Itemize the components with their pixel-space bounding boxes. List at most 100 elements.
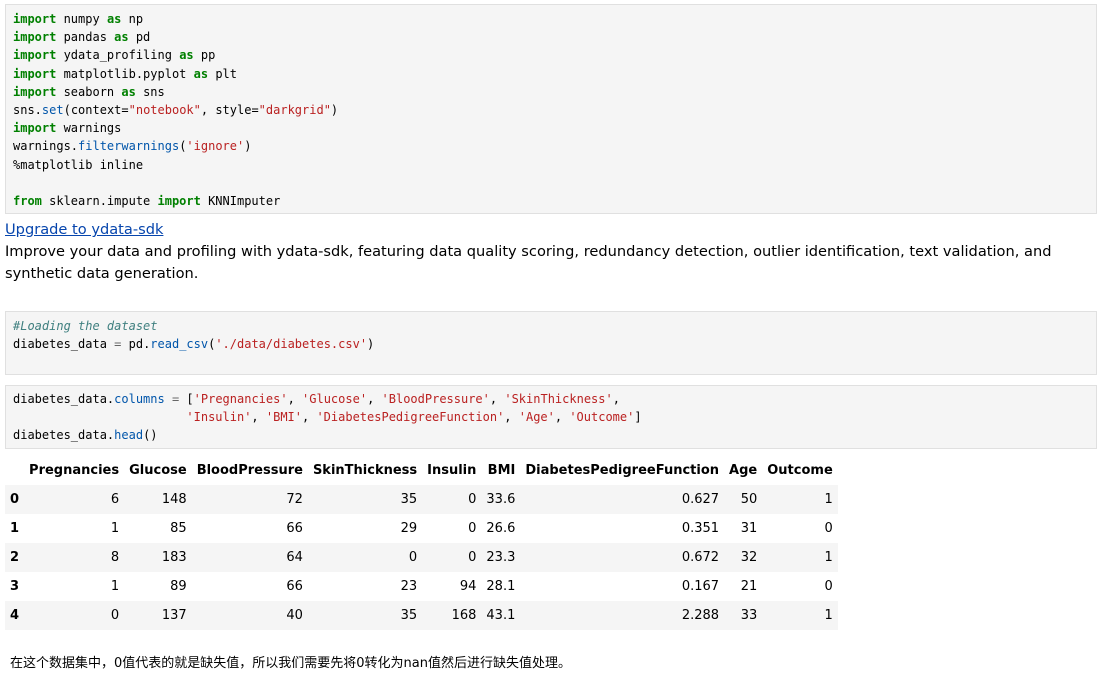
- code-token: 'Pregnancies': [193, 392, 288, 406]
- code-token: columns: [114, 392, 165, 406]
- column-header: BMI: [487, 463, 516, 478]
- code-token: %matplotlib inline: [13, 157, 144, 172]
- code-token: ,: [251, 410, 266, 425]
- code-token: ,: [287, 392, 303, 406]
- code-token: diabetes_data.: [13, 392, 115, 406]
- code-token: ,: [367, 392, 382, 406]
- code-token: ): [330, 103, 339, 118]
- table-cell: 43.1: [486, 608, 516, 623]
- table-cell: 0: [468, 492, 477, 507]
- table-cell: 0: [110, 608, 120, 623]
- code-token: 'Glucose': [302, 392, 368, 406]
- code-token: from: [13, 194, 42, 209]
- code-token: './data/diabetes.csv': [215, 337, 368, 352]
- row-index: 2: [10, 550, 20, 565]
- markdown-note: 在这个数据集中，0值代表的就是缺失值，所以我们需要先将0转化为nan值然后进行缺…: [10, 656, 571, 671]
- code-token: ,: [302, 410, 317, 425]
- table-cell: 40: [286, 608, 303, 623]
- code-token: diabetes_data.: [13, 428, 115, 443]
- table-cell: 66: [286, 579, 303, 594]
- table-cell: 1: [824, 550, 833, 565]
- table-cell: 6: [110, 492, 120, 507]
- code-token: [: [179, 392, 194, 406]
- table-cell: 32: [740, 550, 758, 565]
- code-token: as: [114, 30, 129, 45]
- table-cell: 50: [740, 492, 758, 507]
- code-token: warnings: [56, 121, 122, 136]
- code-token: import: [13, 12, 57, 26]
- code-token: 'Outcome': [569, 410, 635, 425]
- code-token: as: [193, 66, 209, 81]
- code-token: ,: [554, 410, 570, 425]
- table-cell: 0: [824, 521, 833, 536]
- table-cell: 31: [740, 521, 758, 536]
- code-token: 'SkinThickness': [504, 392, 613, 406]
- code-token: pd: [128, 30, 151, 45]
- code-token: sns: [135, 84, 165, 99]
- table-cell: 23.3: [486, 550, 516, 565]
- code-cell-columns[interactable]: diabetes_data.columns = ['Pregnancies', …: [5, 385, 1097, 449]
- column-header: BloodPressure: [196, 463, 303, 478]
- code-token: diabetes_data: [13, 337, 115, 352]
- code-token: KNNImputer: [200, 194, 281, 209]
- table-cell: 0: [468, 550, 477, 565]
- table-cell: 85: [170, 521, 187, 536]
- table-cell: 33: [740, 608, 758, 623]
- code-token: import: [13, 48, 57, 63]
- column-header: SkinThickness: [312, 463, 418, 478]
- code-token: filterwarnings: [78, 139, 180, 154]
- code-token: 'Age': [518, 410, 555, 425]
- table-cell: 26.6: [486, 521, 516, 536]
- code-cell-load[interactable]: #Loading the dataset diabetes_data = pd.…: [5, 311, 1097, 375]
- code-token: import: [13, 121, 57, 136]
- code-token: pp: [193, 48, 216, 63]
- table-row: 3 1 89 66 23 94 28.1 0.167 21 0: [5, 572, 838, 601]
- code-token: 'Insulin': [186, 410, 252, 425]
- table-cell: 28.1: [486, 579, 516, 594]
- code-token: ,: [489, 392, 505, 406]
- markdown-upgrade: Upgrade to ydata-sdk Improve your data a…: [5, 219, 1095, 285]
- code-cell-imports[interactable]: import numpy as np import pandas as pd i…: [5, 4, 1097, 214]
- table-cell: 29: [400, 521, 418, 536]
- code-token: np: [121, 12, 144, 26]
- table-cell: 183: [161, 550, 187, 565]
- column-header: DiabetesPedigreeFunction: [525, 463, 720, 478]
- upgrade-link[interactable]: Upgrade to ydata-sdk: [5, 221, 163, 238]
- code-token: ): [244, 139, 252, 154]
- code-token: ,: [612, 392, 620, 406]
- code-token: 'ignore': [186, 139, 245, 154]
- code-token: (context=: [63, 103, 129, 118]
- table-cell: 1: [824, 492, 833, 507]
- code-token: as: [106, 12, 122, 26]
- table-cell: 94: [459, 579, 477, 594]
- table-cell: 148: [161, 492, 187, 507]
- table-row: 4 0 137 40 35 168 43.1 2.288 33 1: [5, 601, 838, 630]
- code-token: 'BMI': [265, 410, 302, 425]
- code-token: ,: [504, 410, 519, 425]
- code-token: sklearn.impute: [41, 194, 158, 209]
- code-token: "notebook": [128, 103, 201, 118]
- column-header: Pregnancies: [29, 463, 120, 478]
- code-token: pandas: [56, 30, 115, 45]
- code-token: head: [114, 428, 144, 443]
- row-index: 3: [10, 579, 20, 594]
- column-header: Glucose: [129, 463, 187, 478]
- code-token: sns.: [13, 103, 42, 118]
- table-cell: 137: [161, 608, 187, 623]
- table-cell: 1: [824, 608, 833, 623]
- column-header: Age: [729, 463, 758, 478]
- table-cell: 0.627: [681, 492, 720, 507]
- table-cell: 35: [400, 492, 418, 507]
- code-token: ydata_profiling: [56, 48, 180, 63]
- code-token: plt: [208, 66, 237, 81]
- table-cell: 72: [286, 492, 303, 507]
- code-token: #Loading the dataset: [13, 319, 158, 333]
- code-token: ): [367, 337, 375, 352]
- table-cell: 0: [824, 579, 833, 594]
- table-cell: 23: [400, 579, 418, 594]
- table-cell: 89: [170, 579, 187, 594]
- code-token: seaborn: [56, 84, 122, 99]
- code-token: "darkgrid": [258, 103, 331, 118]
